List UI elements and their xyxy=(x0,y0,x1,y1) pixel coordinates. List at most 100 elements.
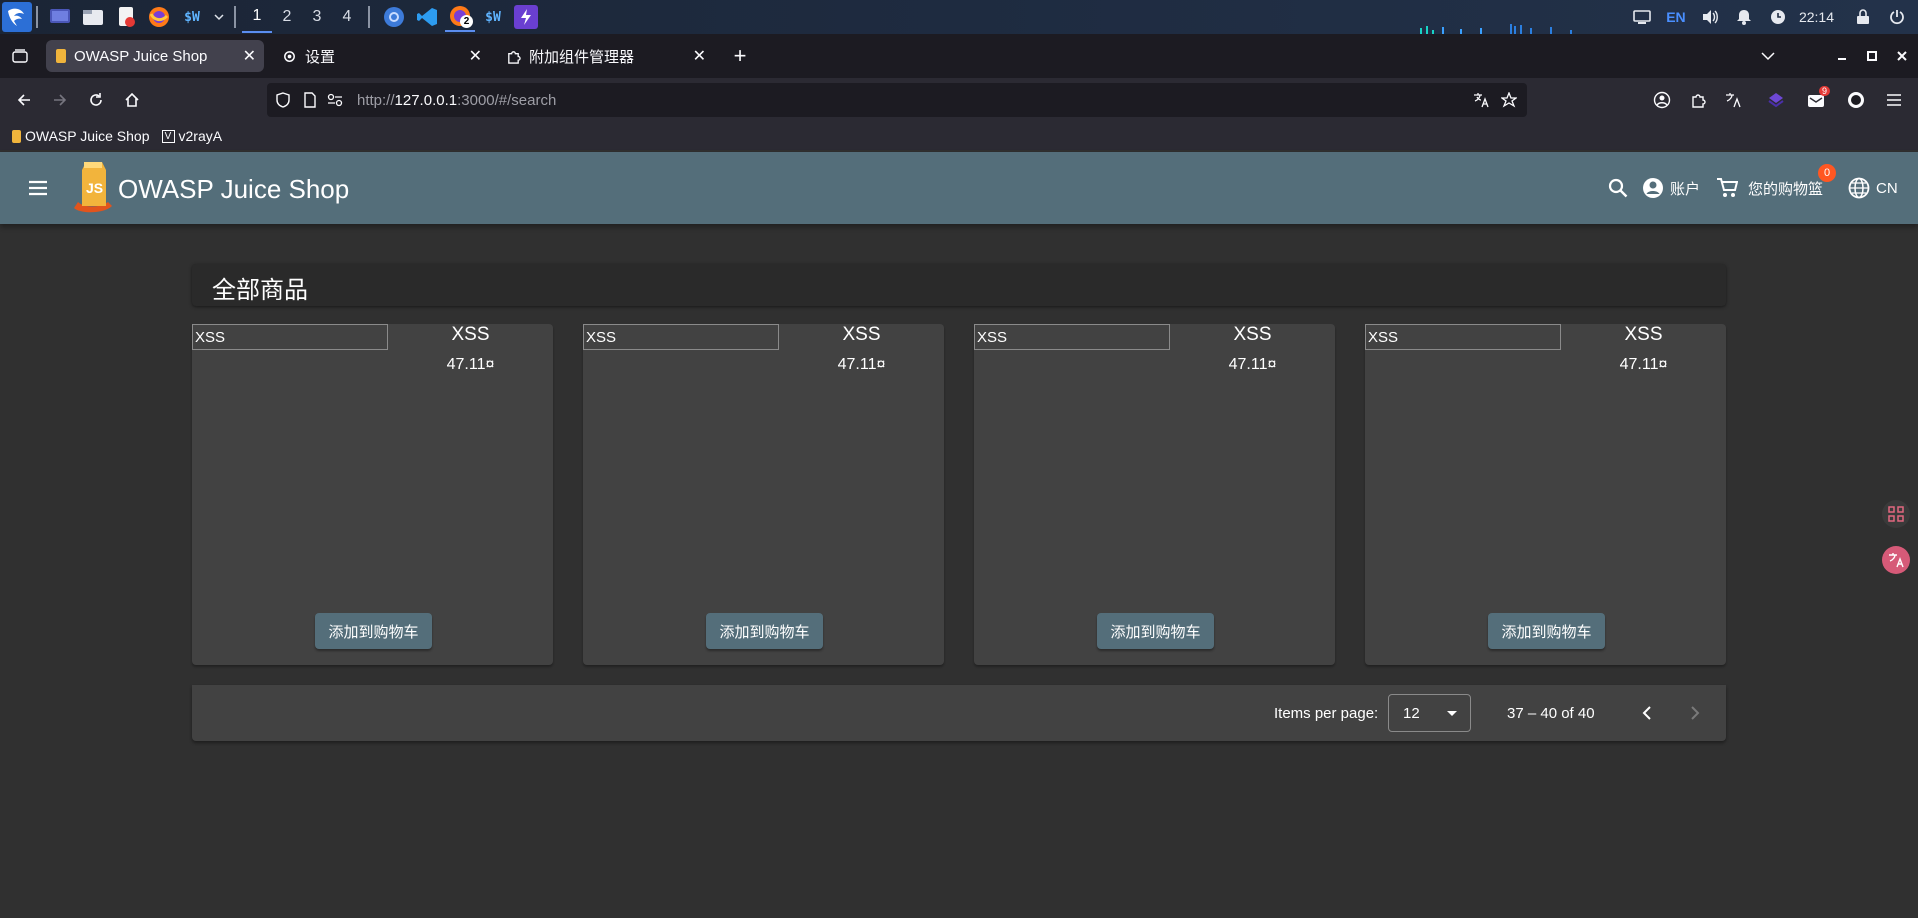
page-icon[interactable] xyxy=(303,92,317,108)
account-label: 账户 xyxy=(1670,180,1701,198)
product-card[interactable]: XSS XSS 47.11¤ 添加到购物车 xyxy=(1365,324,1726,665)
product-name: XSS xyxy=(451,324,490,345)
add-to-basket-button[interactable]: 添加到购物车 xyxy=(315,613,432,649)
product-name: XSS xyxy=(842,324,881,345)
product-card[interactable]: XSS XSS 47.11¤ 添加到购物车 xyxy=(974,324,1335,665)
extensions-icon[interactable] xyxy=(1682,84,1714,116)
proxy-extension-icon[interactable] xyxy=(1840,84,1872,116)
workspace-2[interactable]: 2 xyxy=(272,1,302,33)
list-tabs-icon[interactable] xyxy=(1750,34,1786,78)
apps-grid-icon[interactable] xyxy=(1882,500,1910,528)
product-image[interactable]: XSS xyxy=(1365,324,1561,350)
shield-icon[interactable] xyxy=(275,92,291,108)
taskbar-separator xyxy=(36,6,38,28)
tab-overview-icon[interactable] xyxy=(4,40,36,72)
kali-menu-icon[interactable] xyxy=(2,2,32,32)
workspace-1[interactable]: 1 xyxy=(242,1,272,33)
desktop-icon[interactable] xyxy=(45,2,75,32)
language-button[interactable]: CN xyxy=(1848,152,1898,224)
search-icon[interactable] xyxy=(1608,152,1628,224)
page-title: 全部商品 xyxy=(212,277,308,304)
close-icon[interactable]: ✕ xyxy=(243,46,256,66)
lock-icon[interactable] xyxy=(1846,0,1880,34)
browser-nav-bar: http://127.0.0.1:3000/#/search 9 xyxy=(0,78,1918,122)
firefox-running-icon[interactable]: 2 xyxy=(445,2,475,32)
home-icon[interactable] xyxy=(116,84,148,116)
add-to-basket-button[interactable]: 添加到购物车 xyxy=(706,613,823,649)
juice-favicon-icon xyxy=(12,129,21,143)
vscode-icon[interactable] xyxy=(412,2,442,32)
workspace-4[interactable]: 4 xyxy=(332,1,362,33)
close-icon[interactable]: ✕ xyxy=(469,46,482,66)
url-bar[interactable]: http://127.0.0.1:3000/#/search xyxy=(267,83,1527,117)
paginator: Items per page: 12 37 – 40 of 40 xyxy=(192,685,1726,741)
taskbar-separator xyxy=(368,6,370,28)
tab-addons-manager[interactable]: 附加组件管理器 ✕ xyxy=(496,40,714,72)
bookmark-v2raya[interactable]: V v2rayA xyxy=(161,128,223,144)
tab-label: OWASP Juice Shop xyxy=(74,47,208,65)
file-manager-icon[interactable] xyxy=(78,2,108,32)
sidenav-menu-icon[interactable] xyxy=(28,152,48,224)
page-range-label: 37 – 40 of 40 xyxy=(1507,705,1595,722)
juice-shop-logo[interactable]: JS xyxy=(70,160,116,216)
account-circle-icon xyxy=(1643,178,1663,198)
add-to-basket-button[interactable]: 添加到购物车 xyxy=(1097,613,1214,649)
bookmark-label: OWASP Juice Shop xyxy=(25,128,150,144)
back-arrow-icon[interactable] xyxy=(8,84,40,116)
product-image[interactable]: XSS xyxy=(974,324,1170,350)
reload-icon[interactable] xyxy=(80,84,112,116)
clock-time[interactable]: 22:14 xyxy=(1795,0,1846,34)
forward-arrow-icon[interactable] xyxy=(44,84,76,116)
translate-icon[interactable] xyxy=(1473,92,1489,108)
tab-juice-shop[interactable]: OWASP Juice Shop ✕ xyxy=(46,40,264,72)
close-icon[interactable]: ✕ xyxy=(693,46,706,66)
terminal-app-icon[interactable]: $W xyxy=(478,2,508,32)
product-price: 47.11¤ xyxy=(837,356,886,373)
product-card[interactable]: XSS XSS 47.11¤ 添加到购物车 xyxy=(192,324,553,665)
items-per-page-select[interactable]: 12 xyxy=(1388,694,1471,732)
translate-extension-icon[interactable] xyxy=(1718,84,1750,116)
account-icon[interactable] xyxy=(1646,84,1678,116)
juice-favicon-icon xyxy=(56,49,66,63)
product-price: 47.11¤ xyxy=(1619,356,1668,373)
extension-badge: 9 xyxy=(1818,86,1830,96)
product-card[interactable]: XSS XSS 47.11¤ 添加到购物车 xyxy=(583,324,944,665)
app-title[interactable]: OWASP Juice Shop xyxy=(118,174,349,205)
account-menu-button[interactable]: 账户 xyxy=(1642,152,1700,224)
basket-button[interactable]: 您的购物篮 xyxy=(1716,152,1823,224)
globe-icon xyxy=(1848,177,1870,199)
translate-fab-icon[interactable] xyxy=(1882,546,1910,574)
clock-icon xyxy=(1761,0,1795,34)
firefox-icon[interactable] xyxy=(144,2,174,32)
new-tab-button[interactable]: + xyxy=(724,40,756,72)
terminal-app-icon[interactable]: $W xyxy=(177,2,207,32)
add-to-basket-button[interactable]: 添加到购物车 xyxy=(1488,613,1605,649)
keyboard-layout-indicator[interactable]: EN xyxy=(1659,0,1693,34)
app-toolbar: JS OWASP Juice Shop 账户 您的购物篮 CN xyxy=(0,152,1918,224)
display-icon[interactable] xyxy=(1625,0,1659,34)
chevron-down-icon[interactable] xyxy=(210,2,228,32)
permissions-icon[interactable] xyxy=(327,93,343,107)
previous-page-button[interactable] xyxy=(1631,697,1663,729)
puzzle-icon xyxy=(506,49,521,64)
bookmark-juice-shop[interactable]: OWASP Juice Shop xyxy=(12,128,150,144)
notification-bell-icon[interactable] xyxy=(1727,0,1761,34)
url-text[interactable]: http://127.0.0.1:3000/#/search xyxy=(357,92,556,109)
next-page-button[interactable] xyxy=(1679,697,1711,729)
bookmark-label: v2rayA xyxy=(178,128,223,144)
language-label: CN xyxy=(1876,179,1898,197)
volume-icon[interactable] xyxy=(1693,0,1727,34)
tab-settings[interactable]: 设置 ✕ xyxy=(272,40,490,72)
star-icon[interactable] xyxy=(1501,92,1517,108)
power-icon[interactable] xyxy=(1880,0,1914,34)
text-editor-icon[interactable] xyxy=(111,2,141,32)
product-image[interactable]: XSS xyxy=(192,324,388,350)
burp-lightning-icon[interactable] xyxy=(514,5,538,29)
hackbar-extension-icon[interactable]: 9 xyxy=(1800,84,1832,116)
wappalyzer-icon[interactable] xyxy=(1760,84,1792,116)
workspace-3[interactable]: 3 xyxy=(302,1,332,33)
product-image[interactable]: XSS xyxy=(583,324,779,350)
hamburger-menu-icon[interactable] xyxy=(1878,84,1910,116)
close-window-button[interactable] xyxy=(1884,34,1918,78)
chromium-icon[interactable] xyxy=(379,2,409,32)
